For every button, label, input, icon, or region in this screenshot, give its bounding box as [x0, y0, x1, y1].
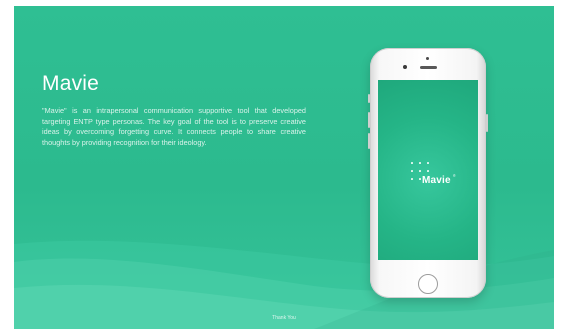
slide-title: Mavie: [42, 72, 100, 95]
slide-description: "Mavie" is an intrapersonal communicatio…: [42, 106, 306, 147]
phone-speaker-icon: [420, 66, 437, 69]
phone-side-button-left: [368, 94, 370, 103]
phone-power-button: [486, 114, 488, 132]
app-name: Mavie: [422, 175, 451, 186]
home-button-icon[interactable]: [418, 274, 438, 294]
phone-volume-down: [368, 133, 370, 149]
registered-mark: ®: [453, 174, 456, 178]
phone-camera-icon: [403, 65, 407, 69]
phone-mockup: Mavie ®: [368, 48, 488, 298]
slide-footer: Thank You: [272, 315, 296, 321]
mavie-logo: Mavie ®: [411, 162, 457, 196]
phone-sensor-icon: [426, 57, 429, 60]
presentation-slide: Mavie "Mavie" is an intrapersonal commun…: [14, 6, 554, 329]
phone-screen: Mavie ®: [378, 80, 478, 260]
phone-volume-up: [368, 112, 370, 128]
